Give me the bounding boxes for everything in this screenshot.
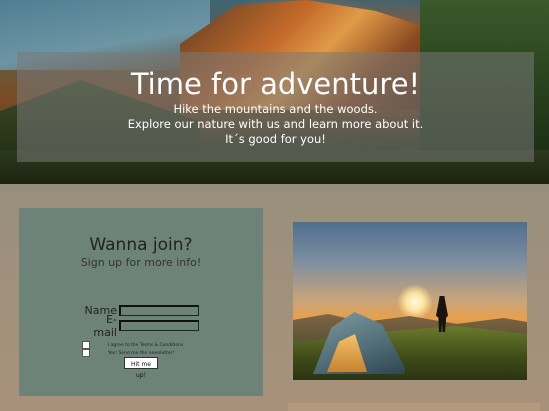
newsletter-row: Yes! Send me the newsletter! xyxy=(82,349,183,357)
hero-banner: Time for adventure! Hike the mountains a… xyxy=(0,0,549,184)
signup-form: Name E-mail xyxy=(19,303,263,339)
terms-row: I agree to the Terms & Conditions xyxy=(82,341,183,349)
signup-subtitle: Sign up for more info! xyxy=(80,256,202,269)
sun-glow xyxy=(397,284,433,320)
signup-title: Wanna join? xyxy=(89,235,193,255)
hero-line-1: Hike the mountains and the woods. xyxy=(173,102,378,116)
hero-line-3: It´s good for you! xyxy=(225,132,326,146)
name-field[interactable] xyxy=(119,305,199,316)
newsletter-checkbox[interactable] xyxy=(82,349,90,357)
terms-checkbox[interactable] xyxy=(82,341,90,349)
hero-overlay: Time for adventure! Hike the mountains a… xyxy=(17,52,534,162)
terms-label: I agree to the Terms & Conditions xyxy=(108,342,184,348)
checkbox-group: I agree to the Terms & Conditions Yes! S… xyxy=(82,341,183,357)
email-field[interactable] xyxy=(119,320,199,331)
submit-button[interactable]: Hit me up! xyxy=(124,357,158,379)
email-label: E-mail xyxy=(93,312,117,339)
name-row: Name xyxy=(19,303,263,318)
tent-sunset-image xyxy=(293,222,527,380)
next-section-edge xyxy=(288,403,540,411)
hero-line-2: Explore our nature with us and learn mor… xyxy=(127,117,424,131)
newsletter-label: Yes! Send me the newsletter! xyxy=(108,350,175,356)
email-row: E-mail xyxy=(19,313,263,339)
hero-title: Time for adventure! xyxy=(130,67,421,101)
